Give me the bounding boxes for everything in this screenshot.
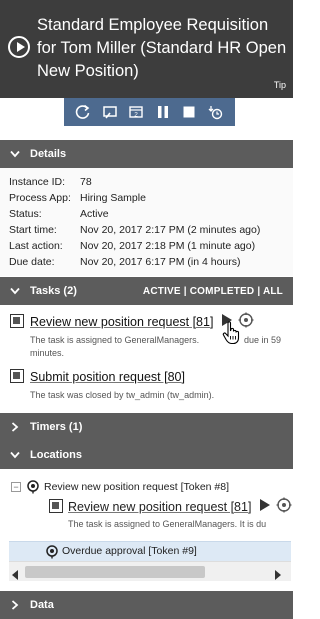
task-name-link[interactable]: Submit position request [80] bbox=[30, 370, 185, 384]
filter-active-link[interactable]: ACTIVE bbox=[143, 286, 181, 297]
filter-all-link[interactable]: ALL bbox=[263, 286, 283, 297]
scroll-thumb[interactable] bbox=[25, 566, 205, 578]
chevron-right-icon bbox=[0, 600, 30, 610]
task-name-link[interactable]: Review new position request [81] bbox=[30, 315, 213, 329]
page-number-text: 2 bbox=[134, 112, 138, 119]
timers-section-header[interactable]: Timers (1) bbox=[0, 413, 293, 441]
refresh-icon[interactable] bbox=[73, 102, 93, 122]
stop-icon[interactable] bbox=[179, 102, 199, 122]
horizontal-scrollbar[interactable] bbox=[9, 561, 291, 581]
chevron-right-icon bbox=[0, 422, 30, 432]
chevron-down-icon bbox=[0, 150, 30, 158]
location-task-description: The task is assigned to GeneralManagers.… bbox=[68, 519, 267, 529]
detail-value: Nov 20, 2017 6:17 PM (in 4 hours) bbox=[80, 256, 241, 268]
scroll-left-icon[interactable] bbox=[12, 567, 19, 585]
location-pin-icon bbox=[27, 480, 39, 499]
details-panel: Instance ID: 78 Process App: Hiring Samp… bbox=[0, 168, 293, 276]
chevron-down-icon bbox=[0, 451, 30, 459]
token-label: Review new position request [Token #8] bbox=[44, 481, 230, 493]
hand-cursor-icon bbox=[222, 321, 242, 350]
task-description: The task is assigned to GeneralManagers. bbox=[30, 335, 200, 345]
instance-title: Standard Employee Requisition for Tom Mi… bbox=[37, 16, 287, 80]
target-icon[interactable] bbox=[276, 497, 292, 518]
change-due-date-icon[interactable] bbox=[206, 102, 226, 122]
scroll-right-icon[interactable] bbox=[274, 567, 281, 585]
run-task-icon[interactable] bbox=[259, 498, 271, 517]
locations-heading: Locations bbox=[30, 449, 82, 461]
task-icon bbox=[49, 499, 63, 513]
filter-completed-link[interactable]: COMPLETED bbox=[190, 286, 255, 297]
data-section-header[interactable]: Data bbox=[0, 591, 293, 619]
detail-value: Active bbox=[80, 208, 109, 220]
tasks-heading: Tasks (2) bbox=[30, 285, 77, 297]
locations-section-header[interactable]: Locations bbox=[0, 441, 293, 469]
play-circle-icon bbox=[8, 36, 30, 58]
detail-value: Nov 20, 2017 2:17 PM (2 minutes ago) bbox=[80, 224, 261, 236]
tasks-filter: ACTIVE | COMPLETED | ALL bbox=[143, 286, 283, 297]
task-description: The task was closed by tw_admin (tw_admi… bbox=[30, 390, 215, 400]
detail-label: Process App: bbox=[9, 192, 71, 204]
tasks-section-header[interactable]: Tasks (2) ACTIVE | COMPLETED | ALL bbox=[0, 277, 293, 305]
pause-icon[interactable] bbox=[153, 102, 173, 122]
move-token-icon[interactable] bbox=[100, 102, 120, 122]
detail-label: Last action: bbox=[9, 240, 63, 252]
task-item: Review new position request [81] The tas… bbox=[0, 305, 293, 365]
page-icon[interactable]: 2 bbox=[126, 102, 146, 122]
detail-value: Nov 20, 2017 2:18 PM (1 minute ago) bbox=[80, 240, 256, 252]
instance-header: Standard Employee Requisition for Tom Mi… bbox=[0, 0, 293, 98]
details-heading: Details bbox=[30, 148, 67, 160]
detail-value: 78 bbox=[80, 176, 92, 188]
task-due-text: due in 59 bbox=[244, 335, 282, 345]
location-task-link[interactable]: Review new position request [81] bbox=[68, 500, 251, 514]
collapse-toggle[interactable]: − bbox=[11, 482, 21, 492]
detail-label: Start time: bbox=[9, 224, 57, 236]
detail-label: Instance ID: bbox=[9, 176, 66, 188]
detail-label: Due date: bbox=[9, 256, 55, 268]
chevron-down-icon bbox=[0, 287, 30, 295]
overdue-token-label: Overdue approval [Token #9] bbox=[62, 545, 197, 557]
task-icon bbox=[10, 314, 24, 328]
instance-toolbar: 2 bbox=[64, 98, 235, 126]
data-heading: Data bbox=[30, 599, 54, 611]
tip-link[interactable]: Tip bbox=[274, 80, 286, 90]
task-description-cont: minutes. bbox=[30, 348, 65, 358]
task-icon bbox=[10, 369, 24, 383]
detail-value: Hiring Sample bbox=[80, 192, 146, 204]
task-item: Submit position request [80] The task wa… bbox=[0, 365, 293, 410]
filter-separator: | bbox=[254, 285, 263, 297]
details-section-header[interactable]: Details bbox=[0, 140, 293, 168]
overdue-row[interactable]: Overdue approval [Token #9] bbox=[9, 541, 291, 561]
filter-separator: | bbox=[180, 285, 190, 297]
timers-heading: Timers (1) bbox=[30, 421, 83, 433]
detail-label: Status: bbox=[9, 208, 42, 220]
